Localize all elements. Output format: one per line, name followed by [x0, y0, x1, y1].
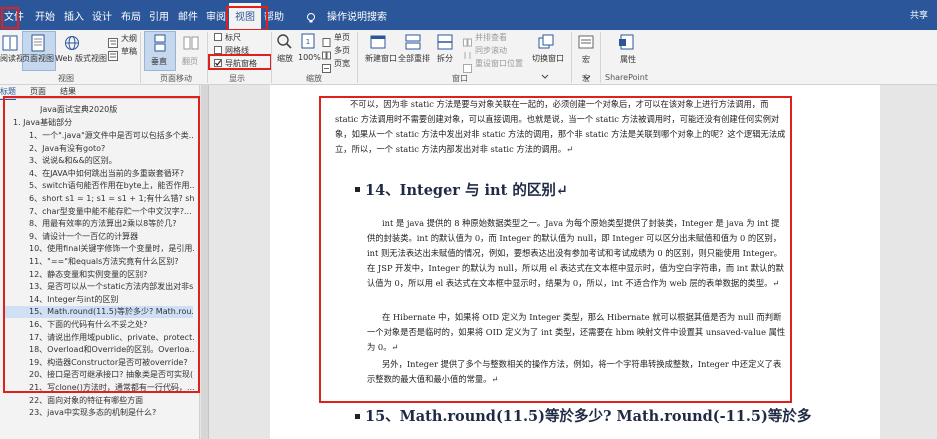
side-by-side-icon[interactable] — [463, 32, 472, 47]
chevron-down-icon[interactable] — [541, 64, 549, 79]
gridlines-checkbox[interactable] — [214, 46, 222, 54]
switch-windows-icon[interactable] — [538, 34, 554, 50]
reset-position-icon[interactable] — [463, 58, 472, 73]
properties-icon[interactable] — [618, 34, 634, 50]
one-page-label[interactable]: 单页 — [334, 32, 350, 43]
ribbon-separator — [600, 32, 601, 83]
chevron-down-icon[interactable] — [583, 65, 591, 80]
lightbulb-icon — [305, 9, 317, 23]
show-group-label: 显示 — [229, 74, 245, 83]
ribbon-separator — [571, 32, 572, 83]
print-layout-label: 页面视图 — [22, 54, 54, 63]
outline-icon[interactable] — [108, 33, 118, 48]
page-width-label[interactable]: 页宽 — [334, 58, 350, 69]
sharepoint-group-label: SharePoint — [605, 73, 648, 82]
menu-mailings[interactable]: 邮件 — [178, 8, 198, 23]
print-layout-icon — [30, 34, 46, 52]
arrange-all-label: 全部重排 — [398, 54, 430, 63]
vertical-label: 垂直 — [151, 57, 167, 66]
nav-heading-item[interactable]: 22、面向对象的特征有哪些方面 — [29, 395, 194, 407]
sync-scroll-label[interactable]: 同步滚动 — [475, 45, 507, 56]
ribbon-separator — [357, 32, 358, 83]
menu-references[interactable]: 引用 — [149, 8, 169, 23]
zoom-label: 缩放 — [277, 54, 293, 63]
highlight-nav-pane — [208, 54, 272, 70]
nav-heading-item[interactable]: 23、java中实现多态的机制是什么? — [29, 407, 194, 419]
tell-me-search[interactable]: 操作说明搜索 — [327, 8, 387, 23]
page-width-icon[interactable] — [322, 58, 331, 73]
ruler-label[interactable]: 标尺 — [225, 32, 241, 43]
menu-layout[interactable]: 布局 — [121, 8, 141, 23]
multiple-pages-label[interactable]: 多页 — [334, 45, 350, 56]
multiple-pages-icon[interactable] — [322, 45, 331, 60]
page-movement-group-label: 页面移动 — [160, 74, 192, 83]
heading-bullet — [355, 414, 360, 419]
sync-scroll-icon[interactable] — [463, 45, 472, 59]
menu-review[interactable]: 审阅 — [206, 8, 226, 23]
ribbon-separator — [140, 32, 141, 83]
draft-icon[interactable] — [108, 46, 118, 61]
one-page-icon[interactable] — [322, 32, 331, 47]
split-icon[interactable] — [437, 34, 453, 50]
svg-text:1: 1 — [306, 38, 310, 46]
window-group-label: 窗口 — [452, 74, 468, 83]
outline-label[interactable]: 大纲 — [121, 33, 137, 44]
menu-design[interactable]: 设计 — [92, 8, 112, 23]
highlight-document-content — [319, 96, 792, 403]
arrange-all-icon[interactable] — [405, 34, 421, 50]
highlight-view-tab — [226, 6, 268, 31]
share-button[interactable]: 共享 — [910, 8, 928, 21]
new-window-icon[interactable] — [370, 34, 386, 50]
draft-label[interactable]: 草稿 — [121, 46, 137, 57]
views-group-label: 视图 — [58, 74, 74, 83]
zoom-group-label: 缩放 — [306, 74, 322, 83]
reset-position-label[interactable]: 重设窗口位置 — [475, 58, 523, 69]
hundred-percent-label: 100% — [298, 53, 321, 62]
macros-label: 宏 — [582, 55, 590, 64]
switch-windows-label: 切换窗口 — [532, 54, 564, 63]
side-to-side-icon[interactable] — [183, 34, 199, 52]
macros-icon[interactable] — [578, 34, 594, 50]
menu-bar: 文件 开始 插入 设计 布局 引用 邮件 审阅 视图 帮助 操作说明搜索 共享 — [0, 0, 937, 30]
ribbon-separator — [271, 32, 272, 83]
side-to-side-label: 翻页 — [182, 57, 198, 66]
properties-label: 属性 — [620, 55, 636, 64]
web-layout-label: Web 版式视图 — [55, 54, 107, 63]
hundred-percent-icon[interactable]: 1 — [301, 33, 315, 49]
macros-group-label: 宏 — [582, 74, 590, 83]
new-window-label: 新建窗口 — [365, 54, 397, 63]
split-label: 拆分 — [437, 54, 453, 63]
zoom-icon[interactable] — [276, 33, 292, 51]
menu-insert[interactable]: 插入 — [64, 8, 84, 23]
ruler-checkbox[interactable] — [214, 33, 222, 41]
read-mode-icon[interactable] — [2, 34, 18, 52]
web-layout-icon[interactable] — [64, 34, 80, 52]
vertical-scroll-icon — [152, 34, 168, 52]
highlight-navigation-pane — [3, 96, 200, 393]
side-by-side-label[interactable]: 并排查看 — [475, 32, 507, 43]
menu-home[interactable]: 开始 — [35, 8, 55, 23]
highlight-file-menu — [1, 7, 19, 29]
vertical-ruler — [201, 85, 209, 439]
heading-15: 15、Math.round(11.5)等於多少? Math.round(-11.… — [365, 408, 812, 425]
